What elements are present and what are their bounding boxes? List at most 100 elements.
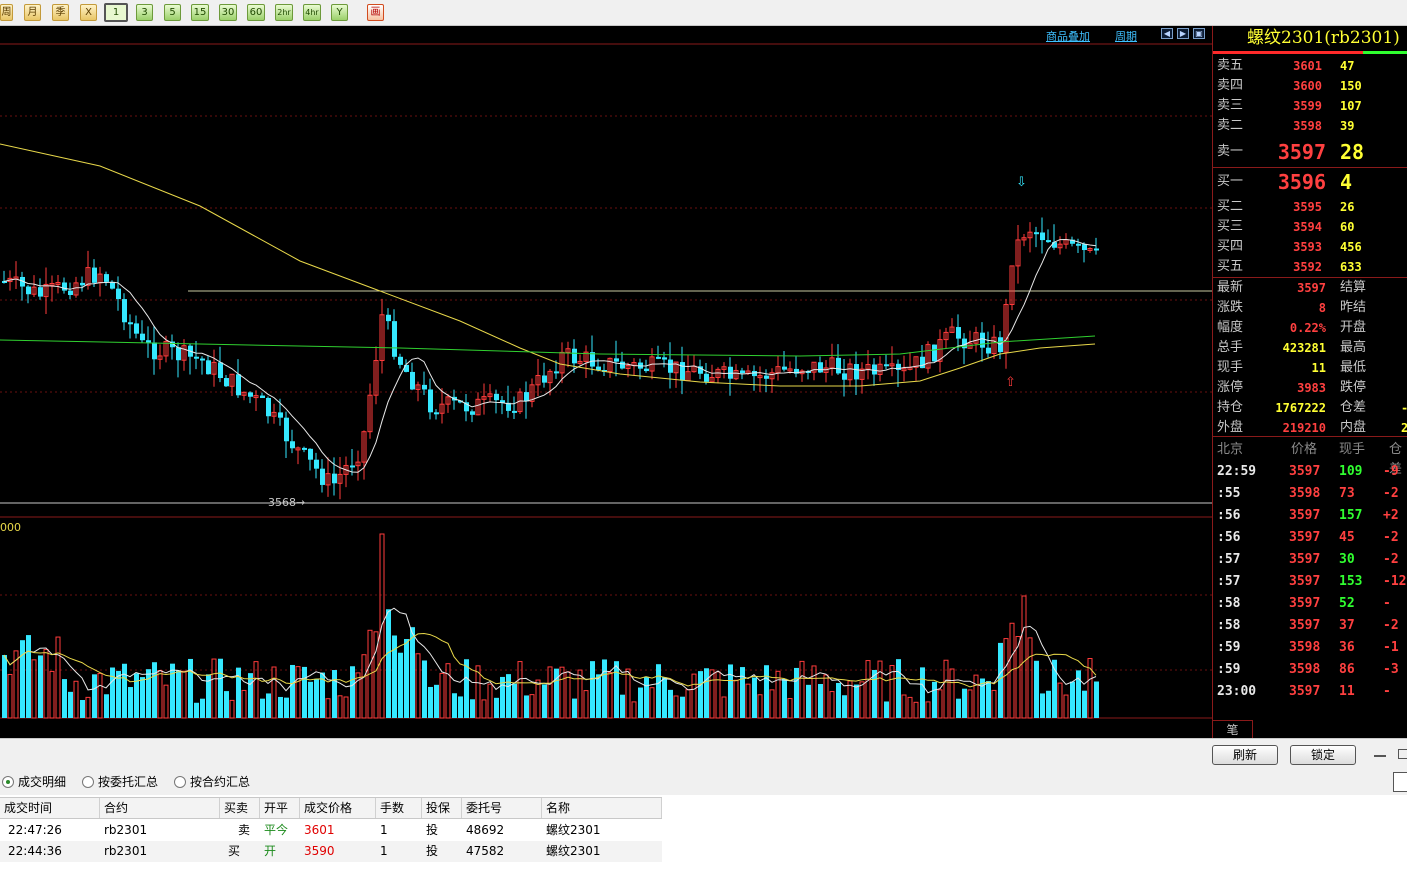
volume-ma-long [3, 632, 1097, 688]
period-4hr-button[interactable]: 4hr [303, 4, 321, 21]
refresh-button[interactable]: 刷新 [1212, 745, 1278, 765]
restore-icon[interactable] [1398, 749, 1407, 759]
volume-bar [2, 655, 7, 718]
column-header[interactable]: 买卖 [220, 798, 260, 818]
tick-volume: 73 [1339, 486, 1355, 501]
period-1min-button[interactable]: 1 [104, 3, 128, 22]
tick-oi-change: -9 [1383, 464, 1399, 479]
stat-label-2: 仓差 [1340, 400, 1367, 415]
stat-value: 1767222 [1275, 401, 1326, 415]
period-week-button[interactable]: 周 [0, 4, 13, 21]
volume-bar [415, 653, 421, 719]
volume-bar [266, 693, 271, 718]
column-header[interactable]: 开平 [260, 798, 300, 818]
volume-bar [884, 701, 889, 718]
volume-bar [325, 698, 331, 719]
volume-bar [554, 668, 559, 718]
column-header[interactable]: 手数 [376, 798, 422, 818]
cell-order: 48692 [466, 823, 505, 837]
candle-body [26, 286, 31, 295]
volume-bar [889, 665, 895, 719]
volume-bar [937, 689, 943, 719]
candle-body [656, 356, 661, 359]
overlay-commodity-link[interactable]: 商品叠加 [1046, 28, 1090, 44]
column-header[interactable]: 名称 [542, 798, 662, 818]
stat-label-2: 内盘 [1340, 420, 1367, 435]
volume-bar [361, 654, 367, 719]
cell-contract: rb2301 [104, 823, 148, 837]
column-header[interactable]: 成交时间 [0, 798, 100, 818]
minimize-icon[interactable] [1374, 755, 1386, 757]
bid-level-4[interactable]: 买四 3593 456 [1213, 237, 1407, 257]
period-link[interactable]: 周期 [1115, 28, 1137, 44]
stat-value: 11 [1311, 361, 1326, 375]
bid-level-3[interactable]: 买三 3594 60 [1213, 217, 1407, 237]
column-header[interactable]: 委托号 [462, 798, 542, 818]
candle-body [884, 364, 889, 367]
volume-bar [200, 698, 205, 718]
radio-trade-detail[interactable]: 成交明细 [2, 774, 66, 790]
tick-oi-change: -2 [1383, 552, 1399, 567]
ask-level-4[interactable]: 卖四 3600 150 [1213, 76, 1407, 96]
column-header[interactable]: 投保 [422, 798, 462, 818]
period-3min-button[interactable]: 3 [136, 4, 153, 21]
candle-body [428, 389, 433, 413]
period-year-button[interactable]: Y [331, 4, 348, 21]
tick-row: :58 3597 37 -2 [1213, 615, 1407, 637]
candle-body [986, 347, 991, 354]
bid-level-5[interactable]: 买五 3592 633 [1213, 257, 1407, 277]
lock-button[interactable]: 锁定 [1290, 745, 1356, 765]
candle-body [542, 375, 547, 383]
bid-label: 买三 [1217, 219, 1244, 234]
volume-bar [787, 698, 793, 719]
volume-bar [986, 681, 991, 718]
period-quarter-button[interactable]: 季 [52, 4, 69, 21]
ask-level-1[interactable]: 卖一 3597 28 [1213, 138, 1407, 166]
period-15min-button[interactable]: 15 [191, 4, 209, 21]
volume-bar [386, 609, 391, 718]
tick-row: :56 3597 45 -2 [1213, 527, 1407, 549]
contract-title: 螺纹2301(rb2301) [1247, 28, 1400, 48]
column-header[interactable]: 成交价格 [300, 798, 376, 818]
ask-level-5[interactable]: 卖五 3601 47 [1213, 56, 1407, 76]
volume-bar [134, 673, 139, 718]
ask-level-3[interactable]: 卖三 3599 107 [1213, 96, 1407, 116]
ask-level-2[interactable]: 卖二 3598 39 [1213, 116, 1407, 136]
period-30min-button[interactable]: 30 [219, 4, 237, 21]
nav-left-icon[interactable]: ◀ [1161, 28, 1173, 39]
period-5min-button[interactable]: 5 [164, 4, 181, 21]
stat-row: 外盘 219210 内盘 2 [1213, 418, 1407, 438]
column-header[interactable]: 合约 [100, 798, 220, 818]
volume-bar [290, 664, 295, 718]
trade-row[interactable]: 22:44:36 rb2301 买 开 3590 1 投 47582 螺纹2301 [0, 841, 662, 862]
period-60min-button[interactable]: 60 [247, 4, 265, 21]
tick-price: 3598 [1289, 662, 1321, 677]
bid-level-1[interactable]: 买一 3596 4 [1213, 168, 1407, 196]
period-month-button[interactable]: 月 [24, 4, 41, 21]
kline-chart-area[interactable]: 3568→ ⇩ ⇧ 000 商品叠加 周期 ◀ ▶ ▣ [0, 26, 1212, 738]
nav-expand-icon[interactable]: ▣ [1193, 28, 1205, 39]
volume-bar [481, 699, 487, 719]
volume-bar [26, 635, 31, 718]
nav-right-icon[interactable]: ▶ [1177, 28, 1189, 39]
volume-bar [181, 670, 187, 719]
tick-oi-change: -2 [1383, 618, 1399, 633]
trade-row[interactable]: 22:47:26 rb2301 卖平今 3601 1 投 48692 螺纹2301 [0, 820, 662, 841]
period-x-button[interactable]: X [80, 4, 97, 21]
bid-level-2[interactable]: 买二 3595 26 [1213, 197, 1407, 217]
tick-price: 3597 [1289, 618, 1321, 633]
volume-bar [656, 664, 661, 718]
trade-table-header: 成交时间 合约 买卖 开平 成交价格 手数 投保 委托号 名称 [0, 797, 662, 819]
trade-header-region: 北京 [1217, 442, 1244, 457]
draw-tool-button[interactable]: 画 [367, 4, 384, 21]
candle-body [410, 371, 415, 390]
radio-by-contract[interactable]: 按合约汇总 [174, 774, 250, 790]
tick-tab[interactable]: 笔 [1213, 720, 1253, 738]
volume-bar [596, 674, 601, 718]
side-scroll-button[interactable] [1393, 772, 1407, 792]
period-2hr-button[interactable]: 2hr [275, 4, 293, 21]
volume-axis-label: 000 [0, 521, 21, 534]
candle-body [80, 282, 85, 286]
radio-by-order[interactable]: 按委托汇总 [82, 774, 158, 790]
stat-label: 最新 [1217, 280, 1244, 295]
